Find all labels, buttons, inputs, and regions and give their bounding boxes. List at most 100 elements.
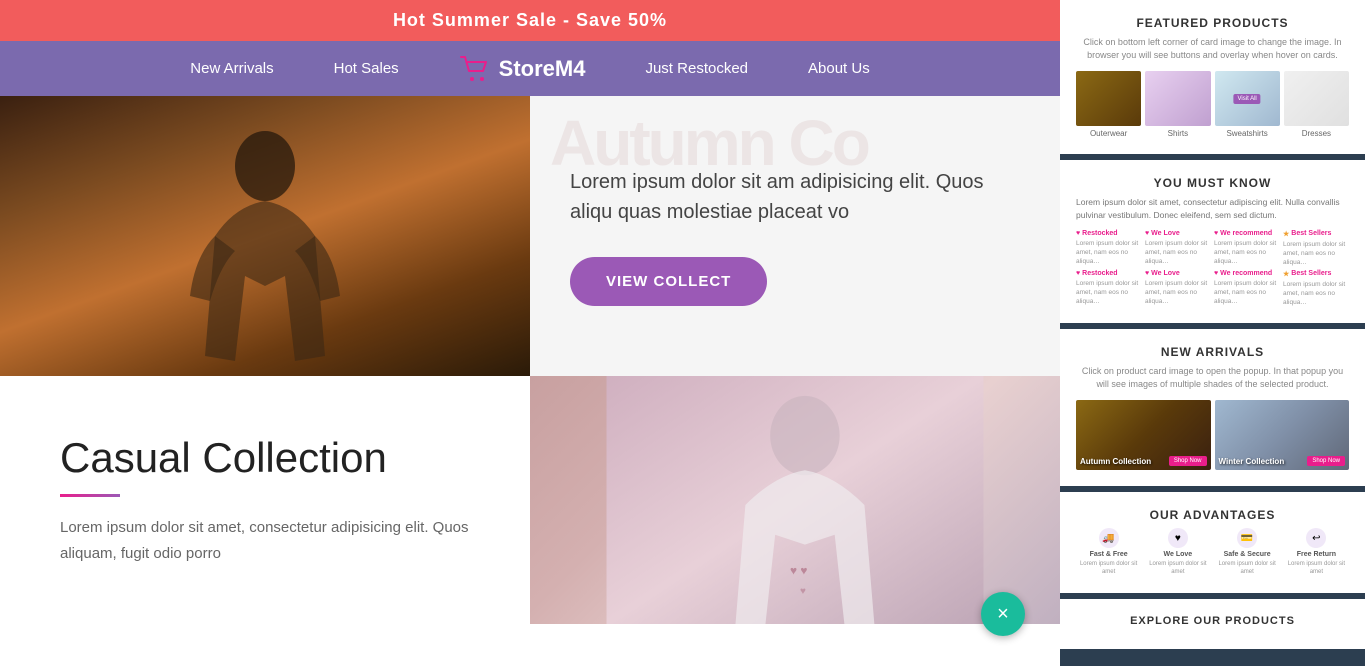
hero-top-right-content: Autumn Co Lorem ipsum dolor sit am adipi…	[530, 96, 1060, 376]
featured-products-subtitle: Click on bottom left corner of card imag…	[1076, 36, 1349, 61]
nav-about-us[interactable]: About Us	[808, 60, 870, 77]
fashion-photo-overlay: ♥ ♥ ♥	[530, 376, 1060, 624]
star-icon-1: ★	[1283, 230, 1289, 238]
dresses-label: Dresses	[1302, 129, 1331, 138]
explore-products-section: EXPLORE OUR PRODUCTS	[1060, 599, 1365, 655]
advantage-free-return: ↩ Free Return Lorem ipsum dolor sit amet	[1284, 528, 1349, 577]
casual-collection-text: Lorem ipsum dolor sit amet, consectetur …	[60, 515, 470, 566]
must-know-best-sellers-2: ★ Best Sellers Lorem ipsum dolor sit ame…	[1283, 270, 1349, 307]
must-know-we-recommend-2: ♥ We recommend Lorem ipsum dolor sit ame…	[1214, 270, 1280, 307]
must-know-restocked-1: ♥ Restocked Lorem ipsum dolor sit amet, …	[1076, 230, 1142, 267]
dresses-image	[1284, 71, 1349, 126]
person-silhouette	[175, 116, 355, 376]
must-know-body-6: Lorem ipsum dolor sit amet, nam eos no a…	[1145, 279, 1211, 306]
must-know-grid: ♥ Restocked Lorem ipsum dolor sit amet, …	[1076, 230, 1349, 308]
featured-item-outerwear[interactable]: Outerwear	[1076, 71, 1141, 138]
heart-icon-5: ♥	[1076, 270, 1080, 277]
heart-advantage-icon: ♥	[1168, 528, 1188, 548]
new-arrivals-panel-section: NEW ARRIVALS Click on product card image…	[1060, 329, 1365, 492]
fashion-photo-bg: ♥ ♥ ♥	[530, 376, 1060, 624]
return-icon: ↩	[1306, 528, 1326, 548]
our-advantages-section: OUR ADVANTAGES 🚚 Fast & Free Lorem ipsum…	[1060, 492, 1365, 599]
featured-products-title: FEATURED PRODUCTS	[1076, 16, 1349, 30]
navbar: New Arrivals Hot Sales StoreM4 Just Rest…	[0, 41, 1060, 96]
featured-item-dresses[interactable]: Dresses	[1284, 71, 1349, 138]
must-know-body-3: Lorem ipsum dolor sit amet, nam eos no a…	[1214, 239, 1280, 266]
logo[interactable]: StoreM4	[459, 55, 586, 83]
close-button[interactable]: ×	[981, 592, 1025, 636]
svg-text:♥: ♥	[800, 586, 806, 597]
hero-top-section: Autumn Co Lorem ipsum dolor sit am adipi…	[0, 96, 1060, 376]
must-know-best-sellers-1: ★ Best Sellers Lorem ipsum dolor sit ame…	[1283, 230, 1349, 267]
must-know-body-2: Lorem ipsum dolor sit amet, nam eos no a…	[1145, 239, 1211, 266]
shirts-label: Shirts	[1168, 129, 1188, 138]
our-advantages-title: OUR ADVANTAGES	[1076, 508, 1349, 522]
star-icon-2: ★	[1283, 270, 1289, 278]
heart-icon-7: ♥	[1214, 270, 1218, 277]
must-know-label-7: We recommend	[1220, 270, 1272, 277]
advantage-safe-secure-title: Safe & Secure	[1224, 551, 1271, 558]
advantage-fast-free-text: Lorem ipsum dolor sit amet	[1076, 561, 1141, 577]
sale-banner: Hot Summer Sale - Save 50%	[0, 0, 1060, 41]
new-arrivals-grid: Autumn Collection Shop Now Winter Collec…	[1076, 400, 1349, 470]
heading-underline	[60, 494, 120, 497]
view-collection-button[interactable]: VIEW COLLECT	[570, 257, 767, 306]
featured-item-sweatshirts[interactable]: Visit All Sweatshirts	[1215, 71, 1280, 138]
autumn-shop-now-btn[interactable]: Shop Now	[1169, 456, 1207, 466]
advantages-grid: 🚚 Fast & Free Lorem ipsum dolor sit amet…	[1076, 528, 1349, 577]
must-know-header-6: ♥ We Love	[1145, 270, 1211, 277]
nav-new-arrivals[interactable]: New Arrivals	[190, 60, 273, 77]
outerwear-image	[1076, 71, 1141, 126]
must-know-restocked-2: ♥ Restocked Lorem ipsum dolor sit amet, …	[1076, 270, 1142, 307]
explore-products-title: EXPLORE OUR PRODUCTS	[1076, 615, 1349, 627]
main-content-area: Hot Summer Sale - Save 50% New Arrivals …	[0, 0, 1060, 666]
must-know-label-6: We Love	[1151, 270, 1180, 277]
must-know-we-love-1: ♥ We Love Lorem ipsum dolor sit amet, na…	[1145, 230, 1211, 267]
new-arrival-winter[interactable]: Winter Collection Shop Now	[1215, 400, 1350, 470]
hero-lorem-text: Lorem ipsum dolor sit am adipisicing eli…	[570, 167, 1020, 227]
advantage-safe-secure: 💳 Safe & Secure Lorem ipsum dolor sit am…	[1215, 528, 1280, 577]
must-know-header-4: ★ Best Sellers	[1283, 230, 1349, 238]
advantage-free-return-title: Free Return	[1297, 551, 1336, 558]
must-know-we-recommend: ♥ We recommend Lorem ipsum dolor sit ame…	[1214, 230, 1280, 267]
you-must-know-intro: Lorem ipsum dolor sit amet, consectetur …	[1076, 196, 1349, 222]
featured-item-shirts[interactable]: Shirts	[1145, 71, 1210, 138]
cart-icon	[459, 55, 491, 83]
right-panel: FEATURED PRODUCTS Click on bottom left c…	[1060, 0, 1365, 666]
you-must-know-section: YOU MUST KNOW Lorem ipsum dolor sit amet…	[1060, 160, 1365, 329]
casual-collection-heading: Casual Collection	[60, 434, 470, 482]
logo-text: StoreM4	[499, 56, 586, 82]
must-know-body-8: Lorem ipsum dolor sit amet, nam eos no a…	[1283, 280, 1349, 307]
advantage-we-love-text: Lorem ipsum dolor sit amet	[1145, 561, 1210, 577]
new-arrival-autumn[interactable]: Autumn Collection Shop Now	[1076, 400, 1211, 470]
must-know-label-2: We Love	[1151, 230, 1180, 237]
must-know-header-1: ♥ Restocked	[1076, 230, 1142, 237]
hero-bottom-left-content: Casual Collection Lorem ipsum dolor sit …	[0, 376, 530, 624]
advantage-fast-free-title: Fast & Free	[1090, 551, 1128, 558]
advantage-we-love: ♥ We Love Lorem ipsum dolor sit amet	[1145, 528, 1210, 577]
heart-icon-6: ♥	[1145, 270, 1149, 277]
sale-banner-text: Hot Summer Sale - Save 50%	[393, 10, 667, 30]
nav-hot-sales[interactable]: Hot Sales	[334, 60, 399, 77]
nav-links: New Arrivals Hot Sales StoreM4 Just Rest…	[190, 55, 869, 83]
truck-icon: 🚚	[1099, 528, 1119, 548]
advantage-fast-free: 🚚 Fast & Free Lorem ipsum dolor sit amet	[1076, 528, 1141, 577]
hero-background	[0, 96, 530, 376]
advantage-we-love-title: We Love	[1164, 551, 1193, 558]
must-know-header-5: ♥ Restocked	[1076, 270, 1142, 277]
heart-icon-2: ♥	[1145, 230, 1149, 237]
must-know-header-7: ♥ We recommend	[1214, 270, 1280, 277]
heart-icon-3: ♥	[1214, 230, 1218, 237]
must-know-label-4: Best Sellers	[1291, 230, 1331, 237]
must-know-header-3: ♥ We recommend	[1214, 230, 1280, 237]
sweatshirts-label: Sweatshirts	[1226, 129, 1267, 138]
shirts-image	[1145, 71, 1210, 126]
must-know-body-4: Lorem ipsum dolor sit amet, nam eos no a…	[1283, 240, 1349, 267]
advantage-safe-secure-text: Lorem ipsum dolor sit amet	[1215, 561, 1280, 577]
card-icon: 💳	[1237, 528, 1257, 548]
hero-bottom-right-image: ♥ ♥ ♥	[530, 376, 1060, 624]
svg-text:♥ ♥: ♥ ♥	[790, 563, 807, 577]
nav-just-restocked[interactable]: Just Restocked	[645, 60, 748, 77]
you-must-know-title: YOU MUST KNOW	[1076, 176, 1349, 190]
winter-shop-now-btn[interactable]: Shop Now	[1307, 456, 1345, 466]
